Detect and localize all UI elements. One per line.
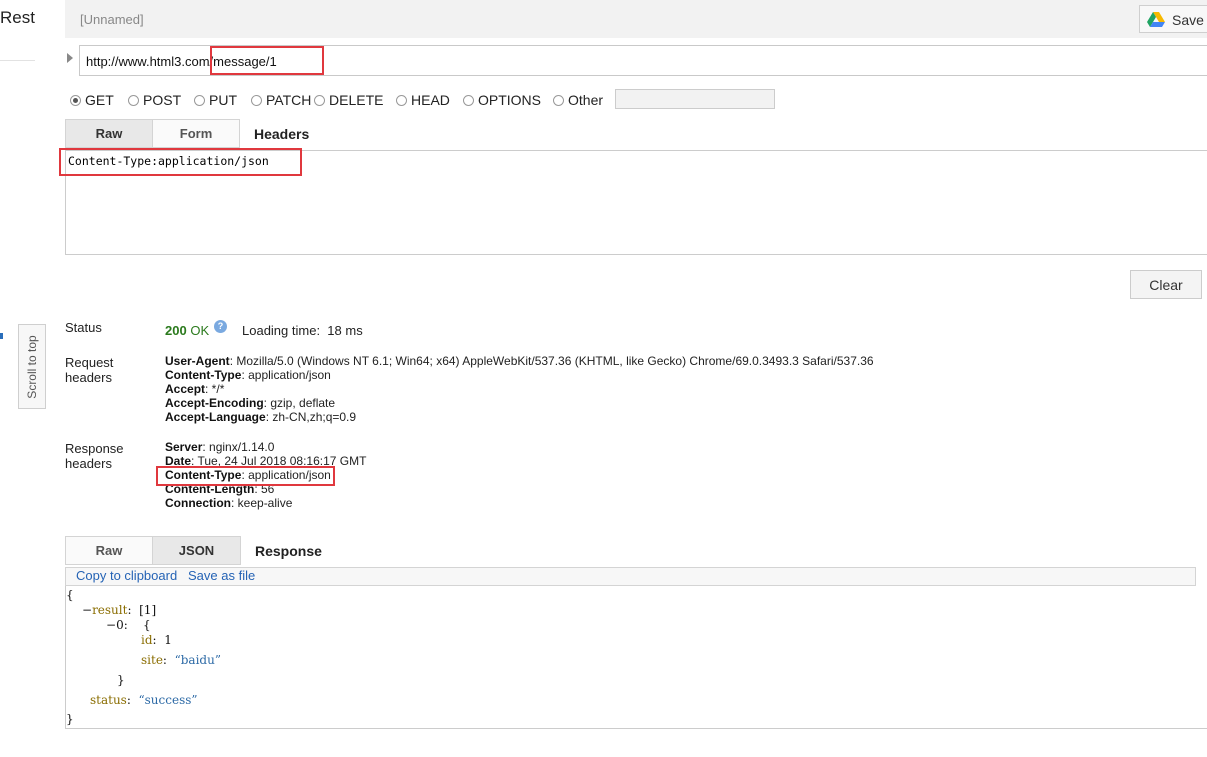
json-index: 0: (116, 618, 128, 632)
method-put[interactable]: PUT (194, 92, 237, 108)
request-headers-label: Request headers (65, 355, 113, 385)
json-key: id (141, 633, 153, 647)
radio-options[interactable] (463, 94, 474, 106)
request-header-row: Accept: */* (165, 382, 225, 396)
json-collapse-toggle[interactable]: − (106, 618, 116, 632)
method-get-label: GET (85, 92, 114, 108)
radio-head[interactable] (396, 94, 407, 106)
loading-time-value: 18 ms (327, 323, 363, 338)
json-array-count: [1] (139, 603, 157, 617)
radio-get[interactable] (70, 94, 81, 106)
radio-put[interactable] (194, 94, 205, 106)
response-tab-title: Response (255, 543, 322, 559)
method-delete[interactable]: DELETE (314, 92, 383, 108)
method-patch-label: PATCH (266, 92, 312, 108)
copy-to-clipboard-link[interactable]: Copy to clipboard (76, 568, 177, 583)
clear-button[interactable]: Clear (1130, 270, 1202, 299)
save-label: Save (1172, 12, 1204, 28)
request-header-row: Accept-Encoding: gzip, deflate (165, 396, 336, 410)
request-header-row: Content-Type: application/json (165, 368, 331, 382)
save-button[interactable]: Save (1139, 5, 1207, 33)
other-method-input[interactable] (615, 89, 775, 109)
method-other-label: Other (568, 92, 604, 108)
json-id-row: id: 1 (141, 633, 172, 647)
json-key: result (92, 603, 128, 617)
save-as-file-link[interactable]: Save as file (188, 568, 255, 583)
json-key: site (141, 653, 163, 667)
json-close-brace: } (66, 712, 74, 726)
request-headers-label-line1: Request (65, 355, 114, 370)
method-head[interactable]: HEAD (396, 92, 450, 108)
response-headers-label-line1: Response (65, 441, 124, 456)
url-path-highlight (210, 46, 324, 75)
response-headers-label: Response headers (65, 441, 124, 471)
url-expand-arrow-icon[interactable] (67, 53, 73, 63)
radio-delete[interactable] (314, 94, 325, 106)
json-result-row: −result: [1] (82, 603, 157, 617)
json-collapse-toggle[interactable]: − (82, 603, 92, 617)
content-type-highlight (59, 148, 302, 176)
method-patch[interactable]: PATCH (251, 92, 311, 108)
tab-response-raw[interactable]: Raw (65, 536, 153, 565)
method-options-label: OPTIONS (478, 92, 542, 108)
json-key: status (90, 693, 127, 707)
method-delete-label: DELETE (329, 92, 384, 108)
status-label: Status (65, 320, 102, 335)
radio-patch[interactable] (251, 94, 262, 106)
response-header-row: Server: nginx/1.14.0 (165, 440, 275, 454)
request-headers-label-line2: headers (65, 370, 112, 385)
tab-response-json[interactable]: JSON (152, 536, 241, 565)
app-title: Rest (0, 8, 35, 27)
status-code: 200 OK (165, 323, 209, 338)
json-value: “success” (138, 693, 198, 707)
headers-tab-title: Headers (254, 126, 310, 142)
request-headers-list: User-Agent: Mozilla/5.0 (Windows NT 6.1;… (165, 354, 874, 424)
json-item-row: −0: { (106, 618, 151, 632)
tab-raw[interactable]: Raw (65, 119, 153, 148)
request-name-bar (65, 0, 1207, 38)
sidebar-indicator (0, 333, 3, 339)
method-get[interactable]: GET (70, 92, 114, 108)
tab-form[interactable]: Form (152, 119, 240, 148)
status-code-text: OK (190, 323, 210, 338)
response-headers-label-line2: headers (65, 456, 112, 471)
json-status-row: status: “success” (90, 693, 198, 707)
json-value: “baidu” (174, 653, 221, 667)
json-value: 1 (164, 633, 172, 647)
scroll-to-top-label: Scroll to top (25, 334, 39, 399)
drive-icon (1147, 12, 1165, 27)
json-site-row: site: “baidu” (141, 653, 221, 667)
info-icon[interactable]: ? (214, 320, 227, 333)
json-item-close: } (117, 673, 125, 687)
json-open-brace: { (66, 588, 74, 602)
method-head-label: HEAD (411, 92, 450, 108)
scroll-to-top-button[interactable]: Scroll to top (18, 324, 46, 409)
response-header-row: Connection: keep-alive (165, 496, 293, 510)
method-options[interactable]: OPTIONS (463, 92, 541, 108)
radio-other[interactable] (553, 94, 564, 106)
loading-time-label: Loading time: (242, 323, 321, 338)
method-post-label: POST (143, 92, 182, 108)
response-content-type-highlight (156, 466, 335, 486)
json-item-open: { (143, 618, 151, 632)
method-put-label: PUT (209, 92, 237, 108)
method-other[interactable]: Other (553, 92, 603, 108)
response-json-viewer (65, 586, 1207, 729)
request-header-row: Accept-Language: zh-CN,zh;q=0.9 (165, 410, 357, 424)
method-post[interactable]: POST (128, 92, 181, 108)
loading-time: Loading time: 18 ms (242, 323, 363, 338)
sidebar-divider (0, 60, 35, 61)
request-header-row: User-Agent: Mozilla/5.0 (Windows NT 6.1;… (165, 354, 874, 368)
request-name[interactable]: [Unnamed] (80, 12, 144, 27)
status-code-number: 200 (165, 323, 187, 338)
radio-post[interactable] (128, 94, 139, 106)
